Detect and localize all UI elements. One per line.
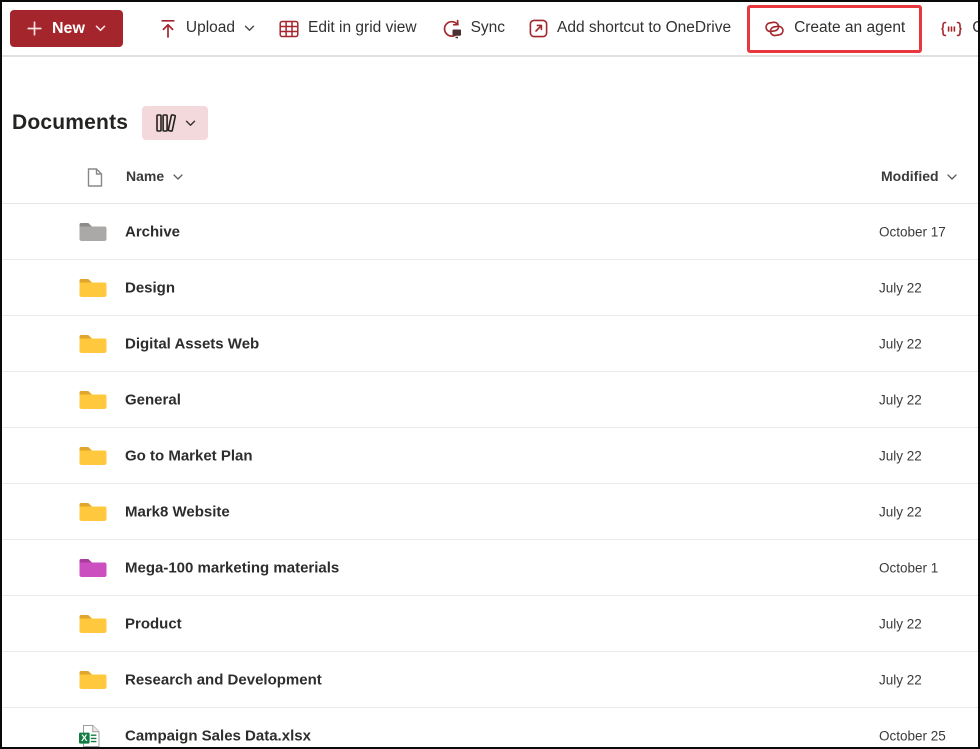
integrate-icon	[940, 19, 963, 39]
toolbar-overflow-label: C	[972, 19, 980, 37]
sync-label: Sync	[471, 19, 505, 37]
library-header: Documents	[12, 105, 978, 141]
library-books-icon	[155, 113, 176, 133]
table-row[interactable]: Mega-100 marketing materials October 1	[2, 540, 978, 596]
item-modified-date: July 22	[879, 504, 922, 519]
folder-yellow-icon	[78, 612, 108, 636]
toolbar-divider	[2, 55, 978, 57]
folder-yellow-icon	[78, 668, 108, 692]
item-name-link[interactable]: Digital Assets Web	[125, 335, 259, 352]
chevron-down-icon	[244, 25, 255, 32]
chevron-down-icon	[95, 25, 106, 32]
item-name-link[interactable]: Mark8 Website	[125, 503, 230, 520]
folder-gray-icon	[78, 220, 108, 244]
new-button[interactable]: New	[10, 10, 123, 47]
upload-icon	[159, 18, 177, 39]
item-name-link[interactable]: Design	[125, 279, 175, 296]
chevron-down-icon	[173, 174, 183, 180]
shortcut-arrow-icon	[529, 19, 548, 38]
view-selector-button[interactable]	[142, 106, 208, 140]
folder-yellow-icon	[78, 388, 108, 412]
upload-label: Upload	[186, 19, 235, 37]
add-shortcut-to-onedrive-label: Add shortcut to OneDrive	[557, 19, 731, 37]
folder-yellow-icon	[78, 444, 108, 468]
svg-text:X: X	[81, 733, 88, 744]
item-modified-date: July 22	[879, 392, 922, 407]
create-an-agent-label: Create an agent	[794, 19, 905, 37]
item-name-link[interactable]: Campaign Sales Data.xlsx	[125, 727, 311, 744]
item-name-link[interactable]: Go to Market Plan	[125, 447, 253, 464]
toolbar-overflow-item[interactable]: C	[928, 9, 980, 49]
table-row[interactable]: Archive October 17	[2, 204, 978, 260]
table-row[interactable]: Design July 22	[2, 260, 978, 316]
table-body: Archive October 17 Design July 22 Digita…	[2, 204, 978, 749]
table-row[interactable]: Product July 22	[2, 596, 978, 652]
table-row[interactable]: X Campaign Sales Data.xlsx October 25	[2, 708, 978, 749]
item-name-link[interactable]: General	[125, 391, 181, 408]
sync-button[interactable]: Sync	[429, 9, 517, 49]
chevron-down-icon	[185, 120, 196, 127]
upload-button[interactable]: Upload	[147, 9, 267, 49]
sharepoint-document-library: New Upload Edit in grid view Sync	[0, 0, 980, 749]
add-shortcut-to-onedrive-button[interactable]: Add shortcut to OneDrive	[517, 9, 743, 49]
plus-icon	[27, 21, 42, 36]
file-type-column-icon[interactable]	[86, 167, 104, 188]
table-row[interactable]: Mark8 Website July 22	[2, 484, 978, 540]
documents-table: Name Modified Archive October 17 Design …	[2, 151, 978, 749]
page-title: Documents	[12, 111, 128, 135]
create-agent-annotation-box: Create an agent	[747, 5, 922, 53]
edit-in-grid-view-label: Edit in grid view	[308, 19, 417, 37]
item-name-link[interactable]: Product	[125, 615, 182, 632]
item-modified-date: July 22	[879, 672, 922, 687]
name-column-label: Name	[126, 168, 164, 184]
grid-icon	[279, 20, 299, 38]
item-modified-date: July 22	[879, 336, 922, 351]
table-row[interactable]: General July 22	[2, 372, 978, 428]
modified-column-header[interactable]: Modified	[881, 168, 957, 184]
item-name-link[interactable]: Archive	[125, 223, 180, 240]
copilot-icon	[764, 19, 785, 39]
excel-file-icon: X	[78, 724, 101, 748]
item-modified-date: October 1	[879, 560, 938, 575]
item-modified-date: July 22	[879, 616, 922, 631]
item-modified-date: October 17	[879, 224, 946, 239]
item-name-link[interactable]: Mega-100 marketing materials	[125, 559, 339, 576]
command-bar: New Upload Edit in grid view Sync	[2, 2, 980, 55]
table-header-row: Name Modified	[2, 151, 978, 204]
table-row[interactable]: Research and Development July 22	[2, 652, 978, 708]
item-modified-date: October 25	[879, 728, 946, 743]
folder-yellow-icon	[78, 276, 108, 300]
name-column-header[interactable]: Name	[126, 168, 183, 184]
create-an-agent-button[interactable]: Create an agent	[752, 9, 917, 49]
sync-icon	[441, 19, 462, 39]
table-row[interactable]: Go to Market Plan July 22	[2, 428, 978, 484]
item-modified-date: July 22	[879, 448, 922, 463]
folder-yellow-icon	[78, 332, 108, 356]
chevron-down-icon	[947, 174, 957, 180]
modified-column-label: Modified	[881, 168, 939, 184]
new-button-label: New	[52, 20, 85, 38]
folder-yellow-icon	[78, 500, 108, 524]
edit-in-grid-view-button[interactable]: Edit in grid view	[267, 9, 429, 49]
folder-magenta-icon	[78, 556, 108, 580]
table-row[interactable]: Digital Assets Web July 22	[2, 316, 978, 372]
item-modified-date: July 22	[879, 280, 922, 295]
item-name-link[interactable]: Research and Development	[125, 671, 322, 688]
